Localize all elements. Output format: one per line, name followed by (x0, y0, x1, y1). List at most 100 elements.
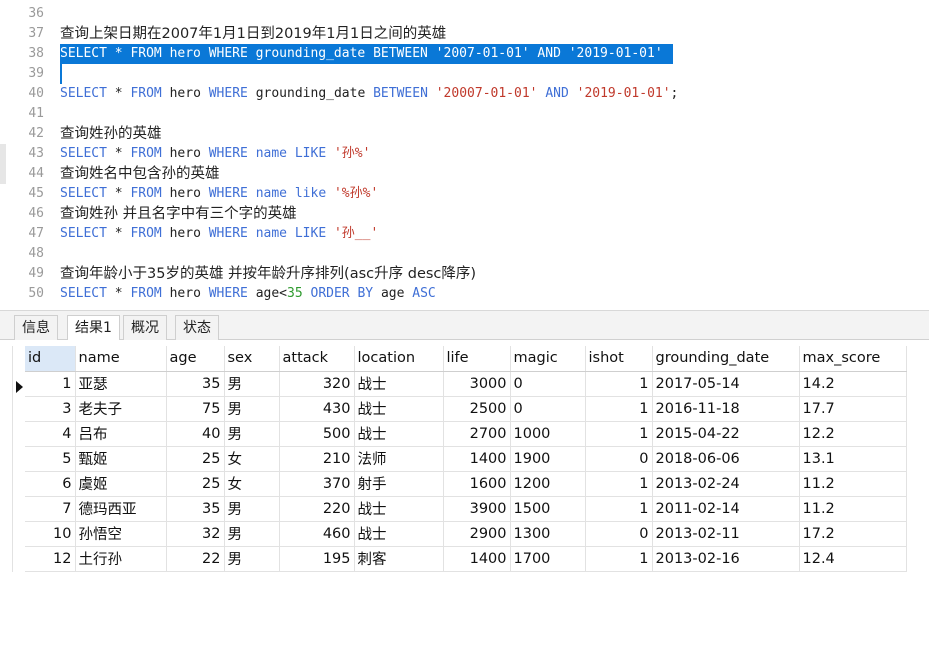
tab-profile[interactable]: 概况 (123, 315, 167, 341)
cell-max-score[interactable]: 17.7 (799, 396, 907, 422)
cell-grounding-date[interactable]: 2011-02-14 (652, 496, 800, 522)
cell-life[interactable]: 1400 (443, 546, 511, 572)
cell-ishot[interactable]: 1 (585, 546, 653, 572)
cell-magic[interactable]: 1700 (510, 546, 586, 572)
cell-grounding-date[interactable]: 2013-02-24 (652, 471, 800, 497)
cell-id[interactable]: 10 (25, 521, 76, 547)
cell-name[interactable]: 孙悟空 (75, 521, 167, 547)
cell-attack[interactable]: 210 (279, 446, 355, 472)
table-row[interactable]: 7 德玛西亚 35 男 220 战士 3900 1500 1 2011-02-14 11.2 (25, 496, 907, 522)
cell-grounding-date[interactable]: 2013-02-16 (652, 546, 800, 572)
cell-ishot[interactable]: 1 (585, 396, 653, 422)
tab-status[interactable]: 状态 (175, 315, 219, 341)
cell-name[interactable]: 老夫子 (75, 396, 167, 422)
cell-life[interactable]: 1600 (443, 471, 511, 497)
column-header-attack[interactable]: attack (279, 346, 355, 372)
cell-attack[interactable]: 370 (279, 471, 355, 497)
cell-id[interactable]: 6 (25, 471, 76, 497)
cell-location[interactable]: 战士 (354, 371, 444, 397)
cell-name[interactable]: 甄姬 (75, 446, 167, 472)
cell-max-score[interactable]: 12.4 (799, 546, 907, 572)
cell-sex[interactable]: 女 (224, 471, 280, 497)
cell-max-score[interactable]: 11.2 (799, 496, 907, 522)
cell-age[interactable]: 75 (166, 396, 225, 422)
cell-name[interactable]: 吕布 (75, 421, 167, 447)
cell-age[interactable]: 40 (166, 421, 225, 447)
cell-life[interactable]: 2500 (443, 396, 511, 422)
code-line[interactable]: SELECT * FROM hero WHERE name LIKE '孙%' (60, 144, 370, 164)
cell-sex[interactable]: 男 (224, 421, 280, 447)
cell-id[interactable]: 5 (25, 446, 76, 472)
column-header-location[interactable]: location (354, 346, 444, 372)
cell-ishot[interactable]: 1 (585, 371, 653, 397)
cell-attack[interactable]: 500 (279, 421, 355, 447)
table-row[interactable]: 6 虞姬 25 女 370 射手 1600 1200 1 2013-02-24 11.2 (25, 471, 907, 497)
cell-sex[interactable]: 男 (224, 371, 280, 397)
cell-age[interactable]: 35 (166, 371, 225, 397)
cell-attack[interactable]: 220 (279, 496, 355, 522)
cell-location[interactable]: 刺客 (354, 546, 444, 572)
cell-name[interactable]: 德玛西亚 (75, 496, 167, 522)
cell-sex[interactable]: 男 (224, 396, 280, 422)
code-line[interactable]: 查询姓孙 并且名字中有三个字的英雄 (60, 204, 297, 224)
cell-location[interactable]: 射手 (354, 471, 444, 497)
cell-life[interactable]: 3000 (443, 371, 511, 397)
cell-name[interactable]: 土行孙 (75, 546, 167, 572)
result-table[interactable]: id name age sex attack location life magic ishot… (25, 346, 907, 572)
cell-magic[interactable]: 1000 (510, 421, 586, 447)
cell-grounding-date[interactable]: 2017-05-14 (652, 371, 800, 397)
cell-ishot[interactable]: 1 (585, 471, 653, 497)
cell-grounding-date[interactable]: 2015-04-22 (652, 421, 800, 447)
cell-ishot[interactable]: 1 (585, 421, 653, 447)
column-header-id[interactable]: id (25, 346, 76, 372)
cell-ishot[interactable]: 0 (585, 446, 653, 472)
tab-info[interactable]: 信息 (14, 315, 58, 341)
cell-age[interactable]: 25 (166, 471, 225, 497)
column-header-age[interactable]: age (166, 346, 225, 372)
cell-id[interactable]: 3 (25, 396, 76, 422)
cell-magic[interactable]: 0 (510, 396, 586, 422)
table-row[interactable]: 4 吕布 40 男 500 战士 2700 1000 1 2015-04-22 12.2 (25, 421, 907, 447)
table-row[interactable]: 1 亚瑟 35 男 320 战士 3000 0 1 2017-05-14 14.2 (25, 371, 907, 397)
sql-editor[interactable]: 36 37 查询上架日期在2007年1月1日到2019年1月1日之间的英雄 38 SEL… (0, 0, 929, 310)
column-header-max-score[interactable]: max_score (799, 346, 907, 372)
code-line[interactable]: SELECT * FROM hero WHERE grounding_date … (60, 84, 678, 104)
column-header-ishot[interactable]: ishot (585, 346, 653, 372)
cell-attack[interactable]: 195 (279, 546, 355, 572)
cell-age[interactable]: 22 (166, 546, 225, 572)
column-header-magic[interactable]: magic (510, 346, 586, 372)
cell-max-score[interactable]: 17.2 (799, 521, 907, 547)
cell-sex[interactable]: 男 (224, 546, 280, 572)
cell-magic[interactable]: 0 (510, 371, 586, 397)
cell-sex[interactable]: 男 (224, 521, 280, 547)
cell-max-score[interactable]: 11.2 (799, 471, 907, 497)
selected-code-line[interactable]: SELECT * FROM hero WHERE grounding_date … (60, 44, 673, 64)
cell-grounding-date[interactable]: 2013-02-11 (652, 521, 800, 547)
cell-life[interactable]: 3900 (443, 496, 511, 522)
cell-location[interactable]: 战士 (354, 496, 444, 522)
cell-attack[interactable]: 320 (279, 371, 355, 397)
cell-id[interactable]: 12 (25, 546, 76, 572)
cell-grounding-date[interactable]: 2018-06-06 (652, 446, 800, 472)
cell-attack[interactable]: 460 (279, 521, 355, 547)
code-line[interactable]: 查询年龄小于35岁的英雄 并按年龄升序排列(asc升序 desc降序) (60, 264, 476, 284)
cell-age[interactable]: 32 (166, 521, 225, 547)
cell-max-score[interactable]: 12.2 (799, 421, 907, 447)
table-row[interactable]: 5 甄姬 25 女 210 法师 1400 1900 0 2018-06-06 13.1 (25, 446, 907, 472)
cell-age[interactable]: 25 (166, 446, 225, 472)
cell-attack[interactable]: 430 (279, 396, 355, 422)
cell-location[interactable]: 战士 (354, 421, 444, 447)
table-row[interactable]: 10 孙悟空 32 男 460 战士 2900 1300 0 2013-02-11 17.2 (25, 521, 907, 547)
column-header-grounding-date[interactable]: grounding_date (652, 346, 800, 372)
cell-id[interactable]: 7 (25, 496, 76, 522)
cell-life[interactable]: 2900 (443, 521, 511, 547)
cell-magic[interactable]: 1200 (510, 471, 586, 497)
column-header-life[interactable]: life (443, 346, 511, 372)
cell-id[interactable]: 1 (25, 371, 76, 397)
cell-magic[interactable]: 1500 (510, 496, 586, 522)
table-row[interactable]: 3 老夫子 75 男 430 战士 2500 0 1 2016-11-18 17.7 (25, 396, 907, 422)
cell-location[interactable]: 战士 (354, 521, 444, 547)
cell-name[interactable]: 虞姬 (75, 471, 167, 497)
cell-location[interactable]: 法师 (354, 446, 444, 472)
column-header-name[interactable]: name (75, 346, 167, 372)
